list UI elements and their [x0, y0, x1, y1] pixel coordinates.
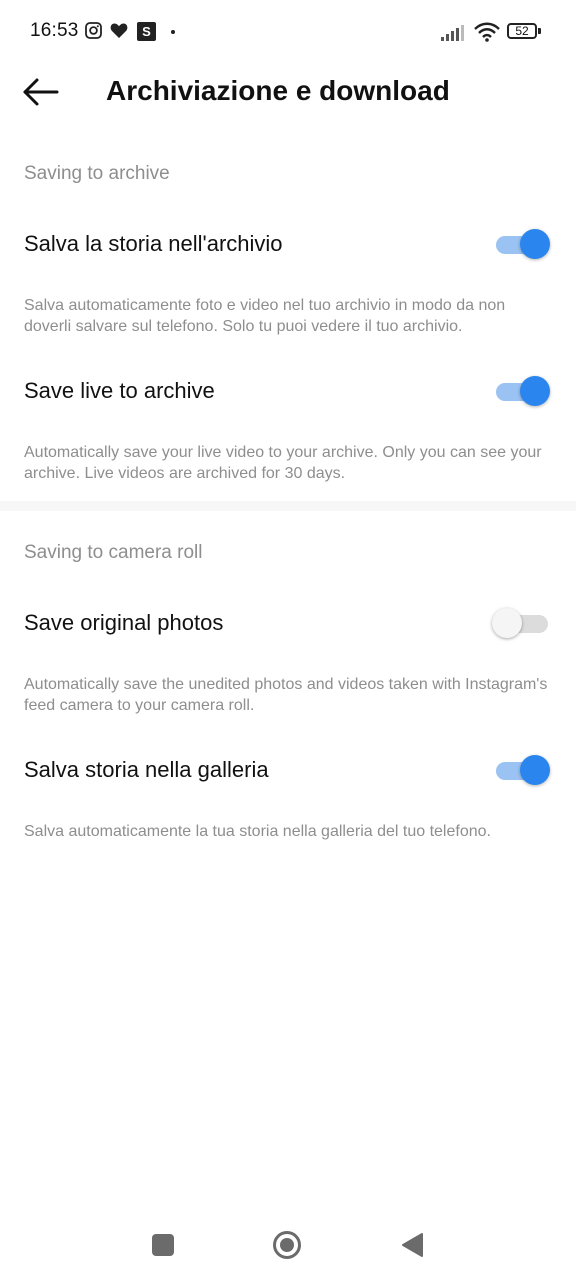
s-app-icon: S	[137, 22, 156, 41]
section-header-saving-to-camera-roll: Saving to camera roll	[24, 542, 203, 563]
toggle-knob	[520, 376, 550, 406]
setting-row-save-live-archive[interactable]: Save live to archive	[0, 361, 576, 421]
setting-description: Automatically save your live video to yo…	[24, 444, 542, 482]
status-bar: 16:53 S 52	[0, 0, 576, 64]
battery-tip	[538, 28, 541, 34]
section-divider	[0, 501, 576, 511]
setting-label: Salva la storia nell'archivio	[24, 231, 283, 256]
setting-row-save-original-photos[interactable]: Save original photos	[0, 593, 576, 653]
toggle-save-original-photos[interactable]	[492, 607, 552, 639]
arrow-left-icon	[23, 78, 59, 106]
system-nav-bar	[0, 1210, 576, 1280]
wifi-icon	[474, 22, 500, 42]
setting-description: Salva automaticamente la tua storia nell…	[24, 823, 491, 840]
setting-row-save-story-gallery[interactable]: Salva storia nella galleria	[0, 740, 576, 800]
back-button[interactable]	[20, 74, 62, 110]
recents-square-icon[interactable]	[152, 1234, 174, 1256]
toggle-save-story-archive[interactable]	[492, 228, 552, 260]
dot-icon	[171, 30, 175, 34]
signal-icon	[441, 25, 464, 41]
toggle-knob	[520, 755, 550, 785]
page-title: Archiviazione e download	[106, 75, 450, 106]
toggle-save-story-gallery[interactable]	[492, 754, 552, 786]
toggle-knob	[520, 229, 550, 259]
header: Archiviazione e download	[0, 64, 576, 120]
back-triangle-icon[interactable]	[400, 1232, 424, 1258]
setting-label: Save live to archive	[24, 378, 215, 403]
home-circle-icon[interactable]	[272, 1230, 302, 1260]
setting-row-save-story-archive[interactable]: Salva la storia nell'archivio	[0, 214, 576, 274]
setting-description: Automatically save the unedited photos a…	[24, 676, 548, 714]
setting-label: Save original photos	[24, 610, 224, 635]
battery-icon: 52	[507, 23, 537, 39]
heart-icon	[110, 23, 128, 38]
toggle-save-live-archive[interactable]	[492, 375, 552, 407]
instagram-icon	[85, 22, 102, 39]
toggle-knob	[492, 608, 522, 638]
status-time: 16:53	[30, 20, 79, 41]
setting-label: Salva storia nella galleria	[24, 757, 269, 782]
setting-description: Salva automaticamente foto e video nel t…	[24, 297, 506, 335]
section-header-saving-to-archive: Saving to archive	[24, 163, 170, 184]
